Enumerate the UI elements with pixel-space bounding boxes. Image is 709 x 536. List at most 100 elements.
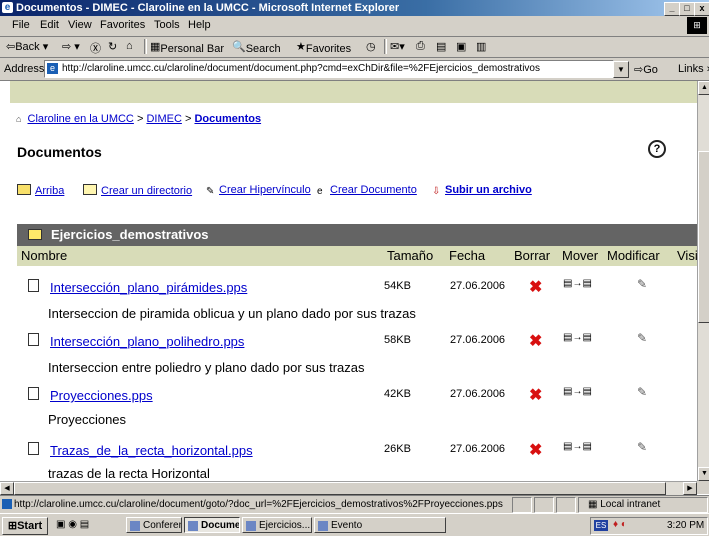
scroll-up-icon[interactable]: ▲: [698, 81, 709, 95]
move-icon[interactable]: ▤→▤: [563, 278, 592, 289]
personal-bar-button[interactable]: ▦ Personal Bar: [150, 40, 224, 55]
page-icon: e: [47, 63, 58, 74]
delete-icon[interactable]: ✖: [529, 277, 542, 297]
taskbar-button[interactable]: Ejercicios...: [242, 517, 312, 533]
vertical-scrollbar[interactable]: ▲ ▼: [697, 81, 709, 481]
stop-icon[interactable]: Ⓧ: [90, 40, 101, 56]
taskbar-button[interactable]: Conferen...: [126, 517, 182, 533]
breadcrumb-current-link[interactable]: Documentos: [194, 113, 261, 125]
window-title-bar[interactable]: e Documentos - DIMEC - Claroline en la U…: [0, 0, 709, 16]
scroll-down-icon[interactable]: ▼: [698, 467, 709, 481]
delete-icon[interactable]: ✖: [529, 440, 542, 460]
move-icon[interactable]: ▤→▤: [563, 441, 592, 452]
edit-icon[interactable]: ✎: [637, 331, 647, 345]
go-button[interactable]: ⇨Go: [634, 63, 658, 76]
file-date: 27.06.2006: [450, 388, 506, 400]
address-url: http://claroline.umcc.cu/claroline/docum…: [62, 63, 540, 74]
favorites-button[interactable]: ★ Favorites: [296, 40, 351, 55]
upload-link[interactable]: Subir un archivo: [445, 184, 532, 196]
horizontal-scrollbar[interactable]: ◀ ▶: [0, 481, 697, 495]
help-icon[interactable]: ?: [648, 140, 666, 158]
status-bar: http://claroline.umcc.cu/claroline/docum…: [0, 495, 709, 514]
up-action[interactable]: Arriba: [17, 184, 64, 197]
status-text: http://claroline.umcc.cu/claroline/docum…: [14, 499, 503, 510]
col-name: Nombre: [21, 248, 68, 263]
windows-logo-icon: ⊞: [687, 17, 707, 34]
scroll-left-icon[interactable]: ◀: [0, 482, 14, 495]
address-label: Address: [4, 63, 45, 75]
edit-icon[interactable]: ✎: [637, 277, 647, 291]
menu-help[interactable]: Help: [188, 19, 211, 31]
file-link[interactable]: Trazas_de_la_recta_horizontal.pps: [50, 443, 253, 458]
file-link[interactable]: Intersección_plano_pirámides.pps: [50, 280, 247, 295]
app-icon: [318, 521, 328, 531]
col-delete: Borrar: [514, 248, 551, 263]
menu-favorites[interactable]: Favorites: [100, 19, 145, 31]
taskbar-button[interactable]: Evento: [314, 517, 446, 533]
language-indicator[interactable]: ES: [594, 520, 608, 531]
menu-edit[interactable]: Edit: [40, 19, 59, 31]
current-directory-header: Ejercicios_demostrativos: [17, 224, 697, 246]
edit-page-icon[interactable]: ▤: [436, 40, 446, 53]
scroll-right-icon[interactable]: ▶: [683, 482, 697, 495]
edit-icon[interactable]: ✎: [637, 385, 647, 399]
taskbar-button-label: Docume...: [201, 520, 240, 531]
col-date: Fecha: [449, 248, 486, 263]
maximize-button[interactable]: □: [679, 2, 695, 16]
menu-view[interactable]: View: [68, 19, 92, 31]
print-icon[interactable]: ⎙: [416, 40, 425, 53]
window-title: Documentos - DIMEC - Claroline en la UMC…: [16, 2, 400, 14]
close-button[interactable]: x: [694, 2, 709, 16]
create-doc-action[interactable]: e Crear Documento: [317, 184, 417, 197]
mail-icon[interactable]: ✉▾: [390, 40, 405, 53]
messenger-icon[interactable]: ▥: [476, 40, 486, 53]
delete-icon[interactable]: ✖: [529, 385, 542, 405]
forward-button[interactable]: ⇨ ▾: [62, 40, 80, 53]
create-doc-link[interactable]: Crear Documento: [330, 184, 417, 196]
menu-tools[interactable]: Tools: [154, 19, 180, 31]
file-description: Interseccion entre poliedro y plano dado…: [48, 360, 365, 375]
discuss-icon[interactable]: ▣: [456, 40, 466, 53]
edit-icon[interactable]: ✎: [637, 440, 647, 454]
col-visibility: Visi: [677, 248, 697, 263]
move-icon[interactable]: ▤→▤: [563, 386, 592, 397]
create-dir-action[interactable]: Crear un directorio: [83, 184, 192, 197]
search-button[interactable]: 🔍 Search: [232, 40, 281, 55]
create-link-link[interactable]: Crear Hipervínculo: [219, 184, 311, 196]
scroll-thumb[interactable]: [698, 151, 709, 323]
table-row: Proyecciones.pps 42KB 27.06.2006 ✖ ▤→▤ ✎: [17, 385, 697, 409]
breadcrumb-dimec-link[interactable]: DIMEC: [146, 113, 181, 125]
minimize-button[interactable]: _: [664, 2, 680, 16]
back-button[interactable]: ⇦Back ▾: [6, 40, 48, 53]
hscroll-thumb[interactable]: [14, 482, 666, 495]
menu-file[interactable]: File: [12, 19, 30, 31]
history-icon[interactable]: ◷: [366, 40, 376, 53]
col-modify: Modificar: [607, 248, 660, 263]
breadcrumb-home-link[interactable]: Claroline en la UMCC: [28, 113, 134, 125]
address-dropdown-button[interactable]: ▼: [613, 61, 629, 78]
quick-launch-icons[interactable]: ▣ ◉ ▤: [56, 519, 89, 530]
file-link[interactable]: Intersección_plano_polihedro.pps: [50, 334, 244, 349]
upload-action[interactable]: ⇩ Subir un archivo: [432, 184, 532, 197]
up-link[interactable]: Arriba: [35, 185, 64, 197]
breadcrumb: ⌂ Claroline en la UMCC > DIMEC > Documen…: [16, 113, 261, 125]
new-folder-icon: [83, 184, 97, 195]
start-button[interactable]: ⊞Start: [2, 517, 48, 535]
move-icon[interactable]: ▤→▤: [563, 332, 592, 343]
col-size: Tamaño: [387, 248, 434, 263]
create-dir-link[interactable]: Crear un directorio: [101, 185, 192, 197]
delete-icon[interactable]: ✖: [529, 331, 542, 351]
page-content: ⌂ Claroline en la UMCC > DIMEC > Documen…: [0, 81, 697, 481]
links-button[interactable]: Links »: [678, 63, 709, 75]
page-icon: [2, 499, 12, 509]
file-link[interactable]: Proyecciones.pps: [50, 388, 153, 403]
create-link-action[interactable]: ✎ Crear Hipervínculo: [206, 184, 311, 197]
taskbar-button-active[interactable]: Docume...: [184, 517, 240, 533]
address-input[interactable]: e http://claroline.umcc.cu/claroline/doc…: [44, 60, 614, 78]
tray-icons[interactable]: ♦ ◐: [613, 519, 627, 530]
file-icon: [28, 279, 39, 292]
refresh-icon[interactable]: ↻: [108, 40, 117, 53]
home-icon[interactable]: ⌂: [126, 40, 133, 52]
scroll-corner: [697, 481, 709, 494]
toolbar: ⇦Back ▾ ⇨ ▾ Ⓧ ↻ ⌂ ▦ Personal Bar 🔍 Search…: [0, 37, 709, 58]
